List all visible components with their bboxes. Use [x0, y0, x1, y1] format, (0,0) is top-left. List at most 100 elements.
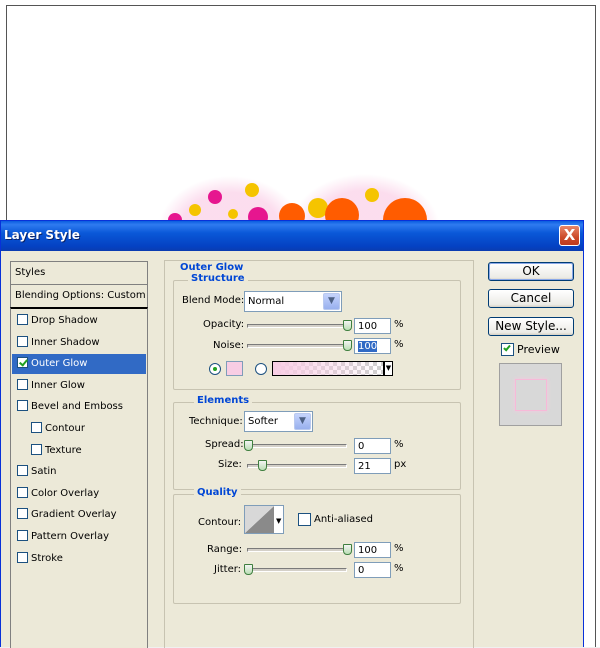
opacity-value: 100	[358, 321, 378, 332]
style-item-label: Pattern Overlay	[31, 531, 110, 542]
preview-label: Preview	[517, 343, 560, 356]
range-slider-track[interactable]	[247, 548, 347, 552]
style-item-bevel-and-emboss[interactable]: Bevel and Emboss	[12, 397, 146, 417]
opacity-slider-track[interactable]	[247, 324, 347, 328]
jitter-label: Jitter:	[214, 564, 242, 575]
blend-mode-label: Blend Mode:	[182, 295, 245, 306]
style-item-pattern-overlay[interactable]: Pattern Overlay	[12, 527, 146, 547]
chevron-down-icon: ▼	[323, 293, 340, 310]
style-item-gradient-overlay[interactable]: Gradient Overlay	[12, 505, 146, 525]
spread-slider-thumb[interactable]	[244, 440, 253, 451]
noise-slider-thumb[interactable]	[343, 340, 352, 351]
style-checkbox[interactable]	[17, 357, 28, 369]
range-input[interactable]: 100	[354, 542, 391, 558]
contour-curve-icon: ▼	[245, 506, 283, 533]
style-item-drop-shadow[interactable]: Drop Shadow	[12, 311, 146, 331]
range-slider-thumb[interactable]	[343, 544, 352, 555]
style-item-label: Contour	[45, 423, 85, 434]
svg-text:▼: ▼	[276, 517, 282, 525]
size-unit: px	[394, 459, 407, 470]
spread-unit: %	[394, 439, 404, 450]
style-item-label: Bevel and Emboss	[31, 401, 123, 413]
blending-options-item[interactable]: Blending Options: Custom	[10, 285, 148, 308]
blend-mode-value: Normal	[248, 296, 285, 307]
jitter-slider-track[interactable]	[247, 568, 347, 572]
style-checkbox[interactable]	[17, 486, 28, 498]
style-item-label: Outer Glow	[31, 358, 88, 370]
noise-unit: %	[394, 339, 404, 350]
style-checkbox[interactable]	[31, 443, 42, 455]
solid-color-radio[interactable]	[209, 363, 221, 375]
ok-button[interactable]: OK	[488, 262, 574, 281]
style-item-texture[interactable]: Texture	[12, 441, 146, 461]
outer-glow-panel: Outer Glow Structure Blend Mode: Normal …	[164, 260, 474, 648]
cancel-button[interactable]: Cancel	[488, 289, 574, 308]
noise-slider-track[interactable]	[247, 344, 347, 348]
contour-label: Contour:	[198, 517, 242, 528]
jitter-value: 0	[358, 565, 365, 576]
style-item-label: Stroke	[31, 552, 63, 564]
style-checkbox[interactable]	[17, 335, 28, 347]
gradient-dropdown-icon[interactable]: ▼	[384, 361, 393, 376]
chevron-down-icon: ▼	[294, 413, 311, 430]
style-item-inner-shadow[interactable]: Inner Shadow	[12, 333, 146, 353]
style-item-stroke[interactable]: Stroke	[12, 549, 146, 569]
styles-header[interactable]: Styles	[10, 261, 148, 285]
opacity-unit: %	[394, 319, 404, 330]
title-bar[interactable]: Layer Style X	[1, 221, 583, 251]
style-checkbox[interactable]	[17, 465, 28, 477]
checkmark-icon	[503, 343, 511, 352]
opacity-slider-thumb[interactable]	[343, 320, 352, 331]
style-checkbox[interactable]	[17, 378, 28, 390]
style-checkbox[interactable]	[31, 422, 42, 433]
gradient-picker[interactable]	[272, 361, 384, 376]
contour-picker[interactable]: ▼	[244, 505, 284, 534]
style-checkbox[interactable]	[17, 530, 28, 541]
size-input[interactable]: 21	[354, 458, 391, 474]
style-item-inner-glow[interactable]: Inner Glow	[12, 376, 146, 396]
preview-glow-square	[515, 379, 547, 411]
anti-aliased-checkbox[interactable]	[298, 513, 311, 526]
style-checkbox[interactable]	[17, 400, 28, 412]
outer-glow-title: Outer Glow	[177, 262, 247, 273]
style-item-label: Gradient Overlay	[31, 509, 117, 521]
spread-input[interactable]: 0	[354, 438, 391, 454]
technique-value: Softer	[248, 416, 278, 427]
noise-label: Noise:	[213, 340, 245, 351]
elements-group: Elements Technique: Softer ▼ Spread: 0 %…	[173, 395, 461, 490]
quality-title: Quality	[194, 487, 241, 498]
dialog-title: Layer Style	[4, 228, 80, 242]
opacity-input[interactable]: 100	[354, 318, 391, 334]
style-item-satin[interactable]: Satin	[12, 462, 146, 482]
technique-select[interactable]: Softer ▼	[244, 411, 313, 432]
technique-label: Technique:	[189, 416, 243, 427]
gradient-radio[interactable]	[255, 363, 267, 375]
style-item-color-overlay[interactable]: Color Overlay	[12, 484, 146, 504]
elements-title: Elements	[194, 395, 253, 406]
quality-group: Quality Contour: ▼ Anti-aliased Range: 1…	[173, 487, 461, 604]
size-label: Size:	[218, 459, 242, 470]
jitter-slider-thumb[interactable]	[244, 564, 253, 575]
blend-mode-select[interactable]: Normal ▼	[244, 291, 342, 312]
noise-input[interactable]: 100	[354, 338, 391, 354]
preview-checkbox[interactable]	[501, 343, 514, 356]
style-item-contour[interactable]: Contour	[12, 419, 146, 439]
style-item-outer-glow[interactable]: Outer Glow	[12, 354, 146, 375]
close-icon: X	[563, 226, 576, 244]
style-item-label: Inner Glow	[31, 379, 85, 391]
size-slider-thumb[interactable]	[258, 460, 267, 471]
spread-slider-track[interactable]	[247, 444, 347, 448]
style-item-label: Inner Shadow	[31, 336, 100, 348]
style-checkbox[interactable]	[17, 551, 28, 563]
structure-title: Structure	[188, 273, 248, 284]
new-style-button[interactable]: New Style...	[488, 317, 574, 336]
spread-value: 0	[358, 441, 365, 452]
jitter-input[interactable]: 0	[354, 562, 391, 578]
style-checkbox[interactable]	[17, 508, 28, 520]
close-button[interactable]: X	[559, 225, 580, 246]
style-checkbox[interactable]	[17, 314, 28, 325]
styles-list: Drop Shadow Inner Shadow Outer Glow Inner G…	[10, 307, 148, 648]
range-value: 100	[358, 545, 378, 556]
glow-color-swatch[interactable]	[226, 361, 243, 376]
layer-style-dialog: Layer Style X Styles Blending Options: C…	[0, 220, 584, 648]
